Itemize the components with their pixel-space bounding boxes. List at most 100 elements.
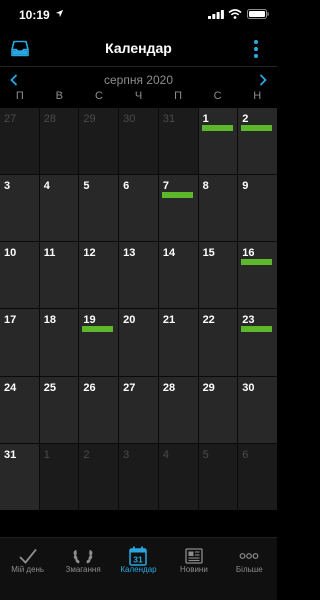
calendar-day-cell[interactable]: 28: [158, 376, 198, 443]
calendar-day-cell[interactable]: 19: [79, 309, 119, 376]
calendar-day-cell[interactable]: 26: [79, 376, 119, 443]
day-number: 4: [162, 448, 169, 461]
day-number: 30: [123, 113, 136, 125]
location-arrow-icon: [55, 9, 64, 18]
calendar-day-cell[interactable]: 22: [198, 309, 238, 376]
wifi-icon: [228, 9, 242, 19]
calendar-day-cell[interactable]: 20: [119, 309, 158, 376]
calendar-day-cell[interactable]: 30: [119, 108, 158, 175]
calendar-day-cell[interactable]: 1: [198, 108, 238, 175]
chevron-right-icon[interactable]: [257, 73, 269, 87]
calendar-day-cell[interactable]: 2: [79, 443, 119, 510]
day-number: 10: [4, 247, 17, 260]
day-number: 29: [83, 113, 96, 125]
day-number: 5: [83, 180, 90, 193]
day-number: 27: [123, 381, 136, 394]
calendar-day-cell[interactable]: 4: [158, 443, 198, 510]
day-number: 1: [202, 113, 209, 125]
tab-my-day[interactable]: Мій день: [0, 538, 55, 600]
weekday-label: Ч: [134, 90, 143, 102]
calendar-day-cell[interactable]: 4: [39, 175, 79, 242]
chevron-left-icon[interactable]: [8, 73, 20, 87]
day-number: 1: [43, 448, 50, 461]
navigation-bar: Календар: [0, 30, 277, 67]
more-dots-icon: [239, 553, 259, 559]
calendar-day-cell[interactable]: 9: [238, 175, 277, 242]
tab-label: Календар: [120, 565, 157, 574]
day-number: 2: [242, 113, 249, 125]
calendar-day-cell[interactable]: 12: [79, 242, 119, 309]
calendar-day-cell[interactable]: 15: [198, 242, 238, 309]
calendar-day-cell[interactable]: 8: [198, 175, 238, 242]
tab-label: Більше: [235, 565, 263, 574]
cellular-signal-icon: [208, 10, 224, 19]
calendar-icon: 31: [129, 546, 148, 566]
day-number: 29: [202, 381, 215, 394]
calendar-day-cell[interactable]: 31: [0, 443, 39, 510]
calendar-day-cell[interactable]: 27: [0, 108, 39, 175]
calendar-day-cell[interactable]: 3: [0, 175, 39, 242]
weekday-header: П В С Ч П С Н: [0, 90, 277, 107]
calendar-day-cell[interactable]: 13: [119, 242, 158, 309]
tab-news[interactable]: Новини: [166, 538, 221, 600]
calendar-day-cell[interactable]: 28: [39, 108, 79, 175]
calendar-day-cell[interactable]: 1: [39, 443, 79, 510]
day-number: 11: [43, 247, 56, 260]
more-vertical-icon[interactable]: [249, 38, 263, 60]
weekday-label: С: [94, 90, 103, 102]
day-number: 8: [202, 180, 209, 193]
calendar-day-cell[interactable]: 30: [238, 376, 277, 443]
checkmark-icon: [19, 548, 37, 564]
calendar-day-cell[interactable]: 2: [238, 108, 277, 175]
day-number: 18: [43, 314, 56, 327]
calendar-day-cell[interactable]: 16: [238, 242, 277, 309]
calendar-day-cell[interactable]: 11: [39, 242, 79, 309]
day-number: 25: [43, 381, 56, 394]
calendar-day-cell[interactable]: 23: [238, 309, 277, 376]
day-number: 30: [242, 381, 255, 394]
page-title: Календар: [105, 40, 172, 56]
tab-calendar[interactable]: 31 Календар: [111, 538, 166, 600]
newspaper-icon: [185, 548, 203, 564]
calendar-day-cell[interactable]: 24: [0, 376, 39, 443]
day-number: 31: [162, 113, 176, 125]
tab-more[interactable]: Більше: [222, 538, 277, 600]
event-indicator: [161, 192, 193, 199]
day-number: 15: [202, 247, 215, 260]
calendar-day-cell[interactable]: 29: [79, 108, 119, 175]
day-number: 3: [4, 180, 11, 193]
calendar-day-cell[interactable]: 5: [79, 175, 119, 242]
weekday-label: В: [55, 90, 64, 102]
day-number: 19: [83, 314, 96, 327]
day-number: 28: [43, 113, 56, 125]
status-time: 10:19: [19, 8, 50, 22]
weekday-label: П: [174, 90, 183, 102]
calendar-day-cell[interactable]: 31: [158, 108, 198, 175]
inbox-icon[interactable]: [11, 40, 29, 57]
event-indicator: [82, 326, 114, 333]
calendar-day-cell[interactable]: 21: [158, 309, 198, 376]
event-indicator: [201, 125, 233, 131]
calendar-day-cell[interactable]: 3: [119, 443, 158, 510]
weekday-label: С: [213, 90, 222, 102]
calendar-day-cell[interactable]: 14: [158, 242, 198, 309]
day-number: 31: [4, 448, 17, 461]
calendar-day-cell[interactable]: 10: [0, 242, 39, 309]
tab-competitions[interactable]: Змагання: [55, 538, 110, 600]
calendar-day-cell[interactable]: 5: [198, 443, 238, 510]
calendar-day-cell[interactable]: 29: [198, 376, 238, 443]
tab-label: Мій день: [11, 565, 45, 574]
tab-label: Новини: [179, 565, 208, 574]
calendar-day-cell[interactable]: 18: [39, 309, 79, 376]
calendar-day-cell[interactable]: 7: [158, 175, 198, 242]
day-number: 23: [242, 314, 255, 327]
calendar-day-cell[interactable]: 6: [238, 443, 277, 510]
calendar-day-cell[interactable]: 6: [119, 175, 158, 242]
event-indicator: [241, 326, 273, 333]
day-number: 12: [83, 247, 96, 260]
calendar-day-cell[interactable]: 17: [0, 309, 39, 376]
day-number: 24: [4, 381, 17, 394]
calendar-day-cell[interactable]: 27: [119, 376, 158, 443]
month-selector: серпня 2020: [0, 70, 277, 90]
calendar-day-cell[interactable]: 25: [39, 376, 79, 443]
